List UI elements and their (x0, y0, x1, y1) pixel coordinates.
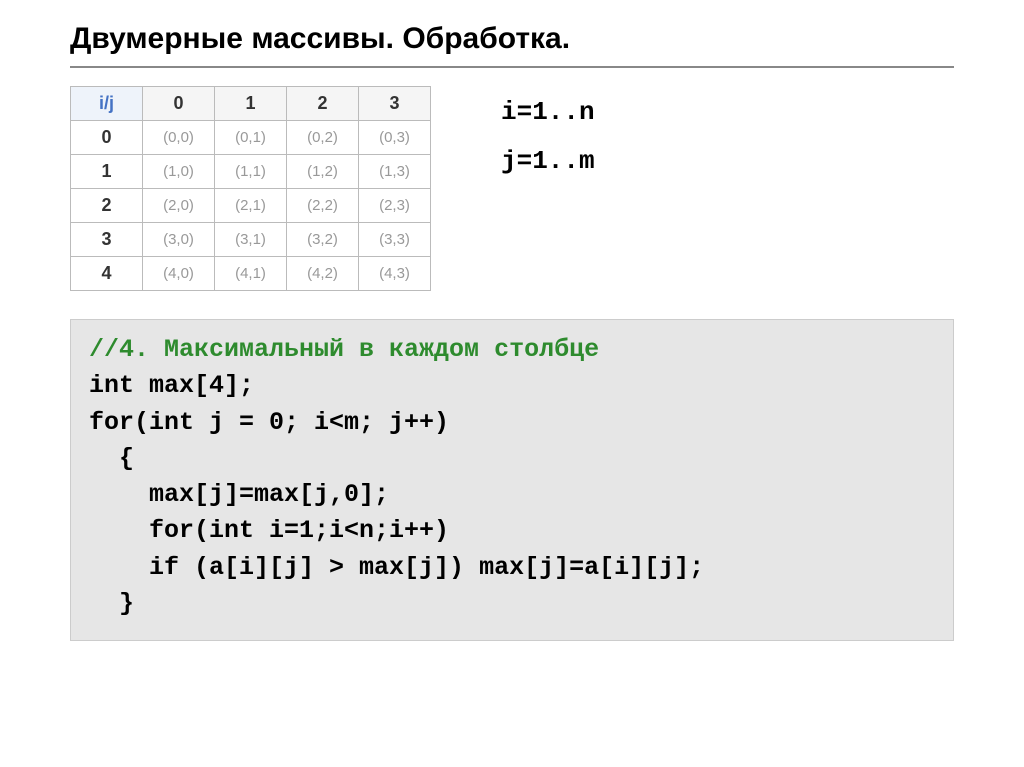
table-row: 2 (2,0) (2,1) (2,2) (2,3) (71, 189, 431, 223)
upper-row: i/j 0 1 2 3 0 (0,0) (0,1) (0,2) (0,3) 1 … (70, 86, 954, 291)
cell: (2,2) (287, 189, 359, 223)
cell: (1,1) (215, 155, 287, 189)
col-header: 3 (359, 87, 431, 121)
code-line: { (89, 444, 134, 473)
range-j: j=1..m (501, 137, 595, 186)
table-row: 0 (0,0) (0,1) (0,2) (0,3) (71, 121, 431, 155)
table-header-row: i/j 0 1 2 3 (71, 87, 431, 121)
cell: (1,3) (359, 155, 431, 189)
code-line: max[j]=max[j,0]; (89, 480, 389, 509)
col-header: 0 (143, 87, 215, 121)
col-header: 1 (215, 87, 287, 121)
code-line: int max[4]; (89, 371, 254, 400)
code-line: for(int j = 0; i<m; j++) (89, 408, 449, 437)
cell: (3,0) (143, 223, 215, 257)
slide-title: Двумерные массивы. Обработка. (70, 22, 954, 68)
cell: (1,2) (287, 155, 359, 189)
cell: (1,0) (143, 155, 215, 189)
row-header: 1 (71, 155, 143, 189)
row-header: 3 (71, 223, 143, 257)
cell: (3,2) (287, 223, 359, 257)
cell: (4,0) (143, 257, 215, 291)
cell: (2,0) (143, 189, 215, 223)
table-row: 3 (3,0) (3,1) (3,2) (3,3) (71, 223, 431, 257)
cell: (3,1) (215, 223, 287, 257)
table-row: 4 (4,0) (4,1) (4,2) (4,3) (71, 257, 431, 291)
table-row: 1 (1,0) (1,1) (1,2) (1,3) (71, 155, 431, 189)
cell: (0,2) (287, 121, 359, 155)
index-ranges: i=1..n j=1..m (501, 86, 595, 291)
cell: (4,1) (215, 257, 287, 291)
slide: Двумерные массивы. Обработка. i/j 0 1 2 … (0, 0, 1024, 671)
range-i: i=1..n (501, 88, 595, 137)
cell: (0,1) (215, 121, 287, 155)
cell: (2,1) (215, 189, 287, 223)
cell: (2,3) (359, 189, 431, 223)
code-line: for(int i=1;i<n;i++) (89, 516, 449, 545)
array-index-table: i/j 0 1 2 3 0 (0,0) (0,1) (0,2) (0,3) 1 … (70, 86, 431, 291)
cell: (0,3) (359, 121, 431, 155)
cell: (4,3) (359, 257, 431, 291)
cell: (4,2) (287, 257, 359, 291)
table-corner: i/j (71, 87, 143, 121)
code-line: if (a[i][j] > max[j]) max[j]=a[i][j]; (89, 553, 704, 582)
row-header: 2 (71, 189, 143, 223)
row-header: 0 (71, 121, 143, 155)
code-block: //4. Максимальный в каждом столбце int m… (70, 319, 954, 641)
cell: (3,3) (359, 223, 431, 257)
row-header: 4 (71, 257, 143, 291)
col-header: 2 (287, 87, 359, 121)
code-comment: //4. Максимальный в каждом столбце (89, 335, 599, 364)
cell: (0,0) (143, 121, 215, 155)
code-line: } (89, 589, 134, 618)
